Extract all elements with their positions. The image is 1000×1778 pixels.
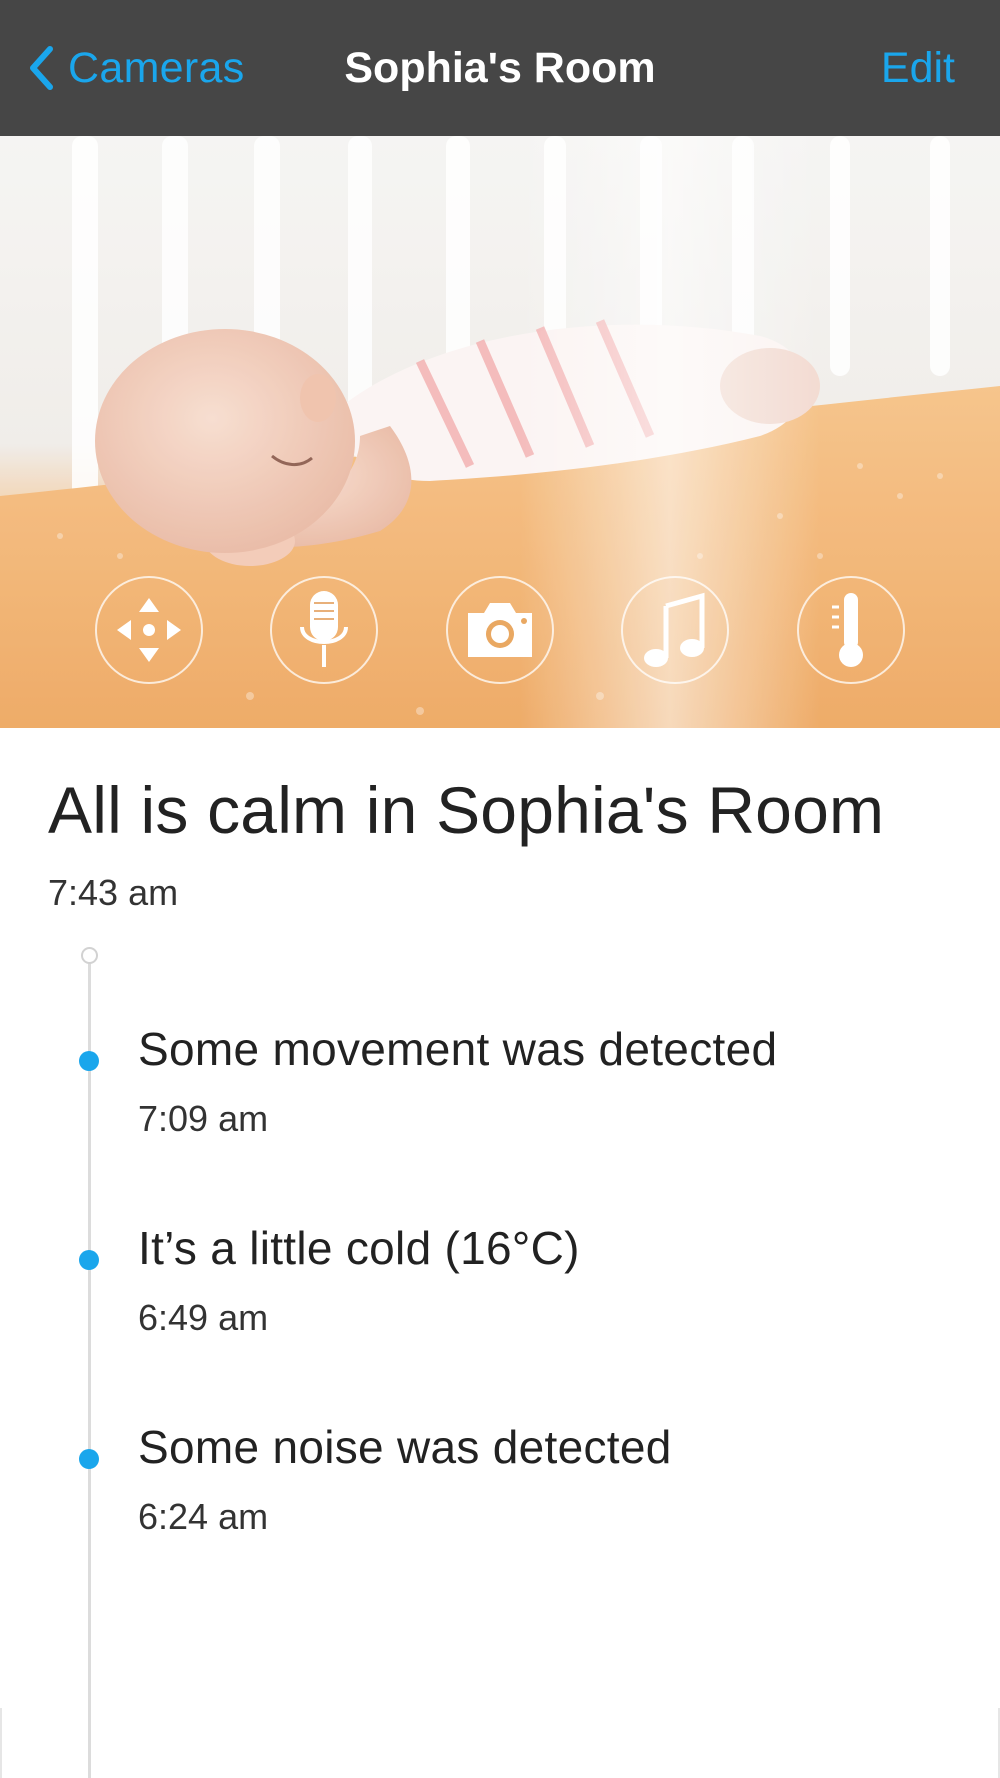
timeline-event[interactable]: It’s a little cold (16°C) 6:49 am xyxy=(0,1221,1000,1361)
event-time: 6:24 am xyxy=(138,1496,269,1537)
event-title: It’s a little cold (16°C) xyxy=(138,1222,580,1274)
timeline-dot-icon xyxy=(79,1051,99,1071)
timeline-event[interactable]: Some noise was detected 6:24 am xyxy=(0,1420,1000,1560)
event-time: 7:09 am xyxy=(138,1098,269,1139)
thermometer-icon xyxy=(826,589,876,671)
camera-controls xyxy=(0,576,1000,684)
music-note-icon xyxy=(640,590,710,670)
status-time: 7:43 am xyxy=(48,872,179,913)
page-title: Sophia's Room xyxy=(344,44,656,92)
microphone-icon xyxy=(286,587,362,673)
back-button[interactable]: Cameras xyxy=(28,38,245,98)
timeline-dot-icon xyxy=(79,1250,99,1270)
move-arrows-icon xyxy=(111,592,187,668)
snapshot-button[interactable] xyxy=(446,576,554,684)
navigation-bar: Cameras Sophia's Room Edit xyxy=(0,0,1000,136)
edit-button[interactable]: Edit xyxy=(881,38,955,98)
scroll-edge-left xyxy=(0,1708,2,1778)
event-title: Some movement was detected xyxy=(138,1023,778,1075)
pan-tilt-button[interactable] xyxy=(95,576,203,684)
back-button-label: Cameras xyxy=(68,43,245,92)
chevron-left-icon xyxy=(28,46,54,90)
temperature-button[interactable] xyxy=(797,576,905,684)
event-title: Some noise was detected xyxy=(138,1421,672,1473)
lullaby-button[interactable] xyxy=(621,576,729,684)
timeline-dot-icon xyxy=(79,1449,99,1469)
event-time: 6:49 am xyxy=(138,1297,269,1338)
timeline-event[interactable]: Some movement was detected 7:09 am xyxy=(0,1022,1000,1162)
camera-icon xyxy=(462,597,538,663)
camera-feed[interactable] xyxy=(0,136,1000,728)
talk-button[interactable] xyxy=(270,576,378,684)
status-heading: All is calm in Sophia's Room xyxy=(48,773,885,847)
timeline-start-marker xyxy=(81,947,98,964)
